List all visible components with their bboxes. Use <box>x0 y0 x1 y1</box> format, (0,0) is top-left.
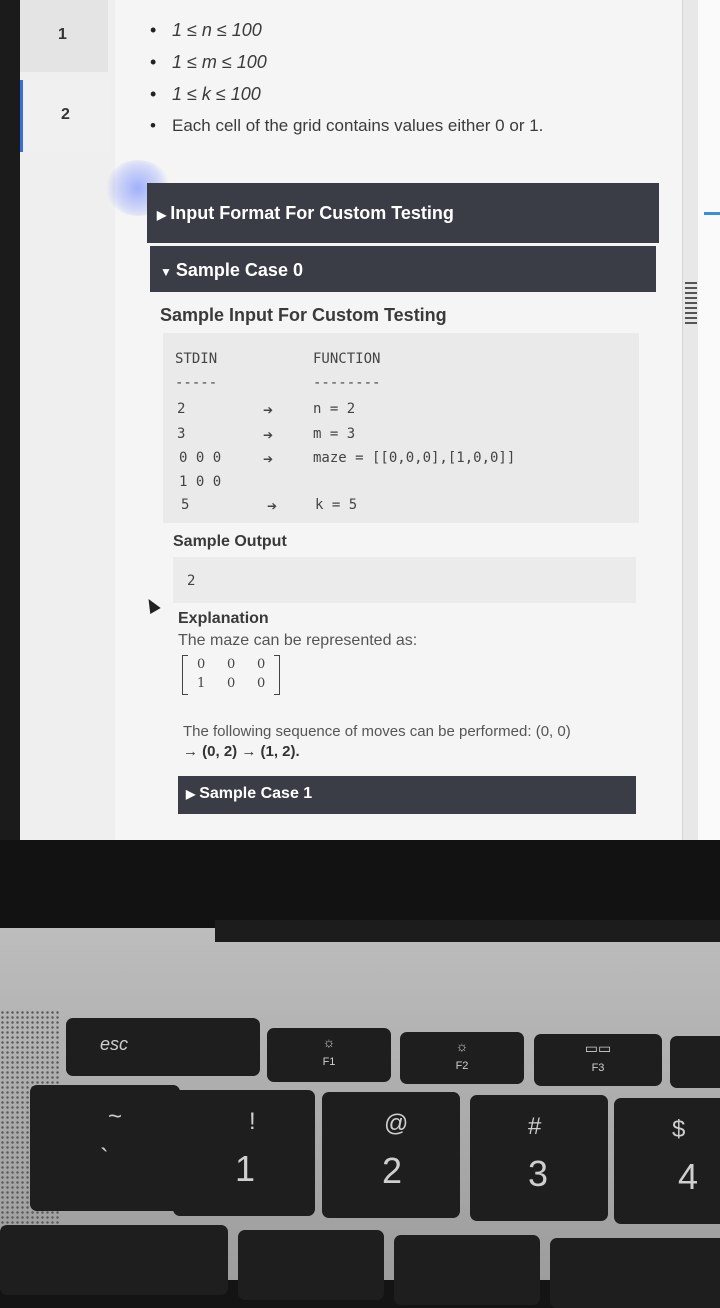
matrix-cell: 1 <box>197 676 206 691</box>
four-key[interactable]: $ 4 <box>614 1098 720 1224</box>
stdin-header: STDIN <box>175 351 218 367</box>
sample-case-1-toggle[interactable]: ▶ Sample Case 1 <box>178 776 636 814</box>
sequence-text-continued: → (0, 2) → (1, 2). <box>183 743 300 760</box>
explanation-text: The maze can be represented as: <box>178 632 418 649</box>
esc-key[interactable]: esc <box>66 1018 260 1076</box>
three-key[interactable]: # 3 <box>470 1095 608 1221</box>
laptop-screen: 1 2 1 ≤ n ≤ 100 1 ≤ m ≤ 100 1 ≤ k ≤ 100 … <box>0 0 720 845</box>
scrollbar[interactable] <box>682 0 699 845</box>
function-underline: -------- <box>313 375 381 391</box>
function-value: k = 5 <box>315 497 358 513</box>
key-top-symbol: # <box>528 1113 542 1140</box>
e-key[interactable] <box>550 1238 720 1308</box>
f2-key[interactable]: ☼ F2 <box>400 1032 524 1084</box>
f1-key[interactable]: ☼ F1 <box>267 1028 391 1082</box>
maze-matrix: 0 0 0 1 0 0 <box>182 655 280 695</box>
sequence-text: The following sequence of moves can be p… <box>183 723 571 740</box>
question-nav: 1 2 <box>20 0 115 845</box>
caret-right-icon: ▶ <box>186 787 196 801</box>
input-format-toggle[interactable]: ▶ Input Format For Custom Testing <box>147 183 659 243</box>
arrow-right-icon: ➔ <box>263 403 274 417</box>
key-bottom-symbol: 1 <box>235 1148 256 1189</box>
question-number: 1 <box>58 26 67 43</box>
function-header: FUNCTION <box>313 351 381 367</box>
sample-output-code: 2 <box>173 557 636 603</box>
matrix-cell: 0 <box>257 657 266 672</box>
section-title: Sample Case 0 <box>175 260 303 280</box>
caret-right-icon: ▶ <box>157 208 167 222</box>
tilde-key[interactable]: ~ ` <box>30 1085 180 1211</box>
output-value: 2 <box>187 573 196 589</box>
arrow-right-icon: ➔ <box>263 452 274 466</box>
brightness-down-icon: ☼ <box>322 1034 336 1050</box>
key-top-symbol: @ <box>384 1110 409 1137</box>
key-bottom-symbol: ` <box>100 1143 109 1173</box>
explanation-heading: Explanation <box>178 610 269 627</box>
right-panel-accent <box>704 212 720 215</box>
section-title: Sample Case 1 <box>199 785 313 802</box>
one-key[interactable]: ! 1 <box>173 1090 315 1216</box>
sample-output-heading: Sample Output <box>173 533 287 550</box>
key-bottom-symbol: 2 <box>382 1150 403 1191</box>
key-bottom-symbol: 3 <box>528 1153 549 1194</box>
constraint-item: 1 ≤ k ≤ 100 <box>150 80 543 112</box>
question-number: 2 <box>61 106 70 123</box>
f4-key[interactable] <box>670 1036 720 1088</box>
question-nav-item-2[interactable]: 2 <box>20 80 111 152</box>
constraints-list: 1 ≤ n ≤ 100 1 ≤ m ≤ 100 1 ≤ k ≤ 100 Each… <box>150 16 543 144</box>
stdin-underline: ----- <box>175 375 218 391</box>
laptop-bezel <box>0 840 720 930</box>
constraint-item: 1 ≤ n ≤ 100 <box>150 16 543 48</box>
key-label: F1 <box>322 1056 336 1068</box>
matrix-cell: 0 <box>227 657 236 672</box>
stdin-value: 3 <box>177 426 186 442</box>
sample-input-code: STDIN FUNCTION ----- -------- 2 ➔ n = 2 … <box>163 333 639 523</box>
stdin-value: 1 0 0 <box>179 474 222 490</box>
key-label: F2 <box>455 1060 469 1072</box>
question-nav-item-1[interactable]: 1 <box>20 0 108 72</box>
arrow-right-icon: ➔ <box>267 499 278 513</box>
brightness-up-icon: ☼ <box>455 1038 469 1054</box>
key-label: esc <box>100 1034 129 1054</box>
key-top-symbol: ! <box>249 1108 256 1135</box>
scrollbar-grip[interactable] <box>685 282 697 324</box>
key-top-symbol: $ <box>672 1116 686 1143</box>
stdin-value: 0 0 0 <box>179 450 222 466</box>
matrix-cell: 0 <box>197 657 206 672</box>
matrix-cell: 0 <box>257 676 266 691</box>
tab-key[interactable] <box>0 1225 228 1295</box>
laptop-hinge <box>215 920 720 942</box>
f3-key[interactable]: ▭▭ F3 <box>534 1034 662 1086</box>
left-rail <box>0 0 20 845</box>
two-key[interactable]: @ 2 <box>322 1092 460 1218</box>
key-top-symbol: ~ <box>108 1103 123 1130</box>
sample-case-0-toggle[interactable]: ▼ Sample Case 0 <box>150 246 656 292</box>
caret-down-icon: ▼ <box>160 265 172 279</box>
mission-control-icon: ▭▭ <box>584 1040 612 1056</box>
section-title: Input Format For Custom Testing <box>170 203 454 223</box>
stdin-value: 2 <box>177 401 186 417</box>
w-key[interactable] <box>394 1235 540 1305</box>
function-value: maze = [[0,0,0],[1,0,0]] <box>313 450 516 466</box>
key-bottom-symbol: 4 <box>678 1156 699 1197</box>
sample-input-heading: Sample Input For Custom Testing <box>160 305 447 325</box>
key-label: F3 <box>591 1062 605 1074</box>
function-value: m = 3 <box>313 426 356 442</box>
constraint-item: Each cell of the grid contains values ei… <box>150 112 543 144</box>
constraint-item: 1 ≤ m ≤ 100 <box>150 48 543 80</box>
q-key[interactable] <box>238 1230 384 1300</box>
right-panel-edge <box>698 0 720 845</box>
arrow-right-icon: ➔ <box>263 428 274 442</box>
function-value: n = 2 <box>313 401 356 417</box>
stdin-value: 5 <box>181 497 190 513</box>
matrix-cell: 0 <box>227 676 236 691</box>
